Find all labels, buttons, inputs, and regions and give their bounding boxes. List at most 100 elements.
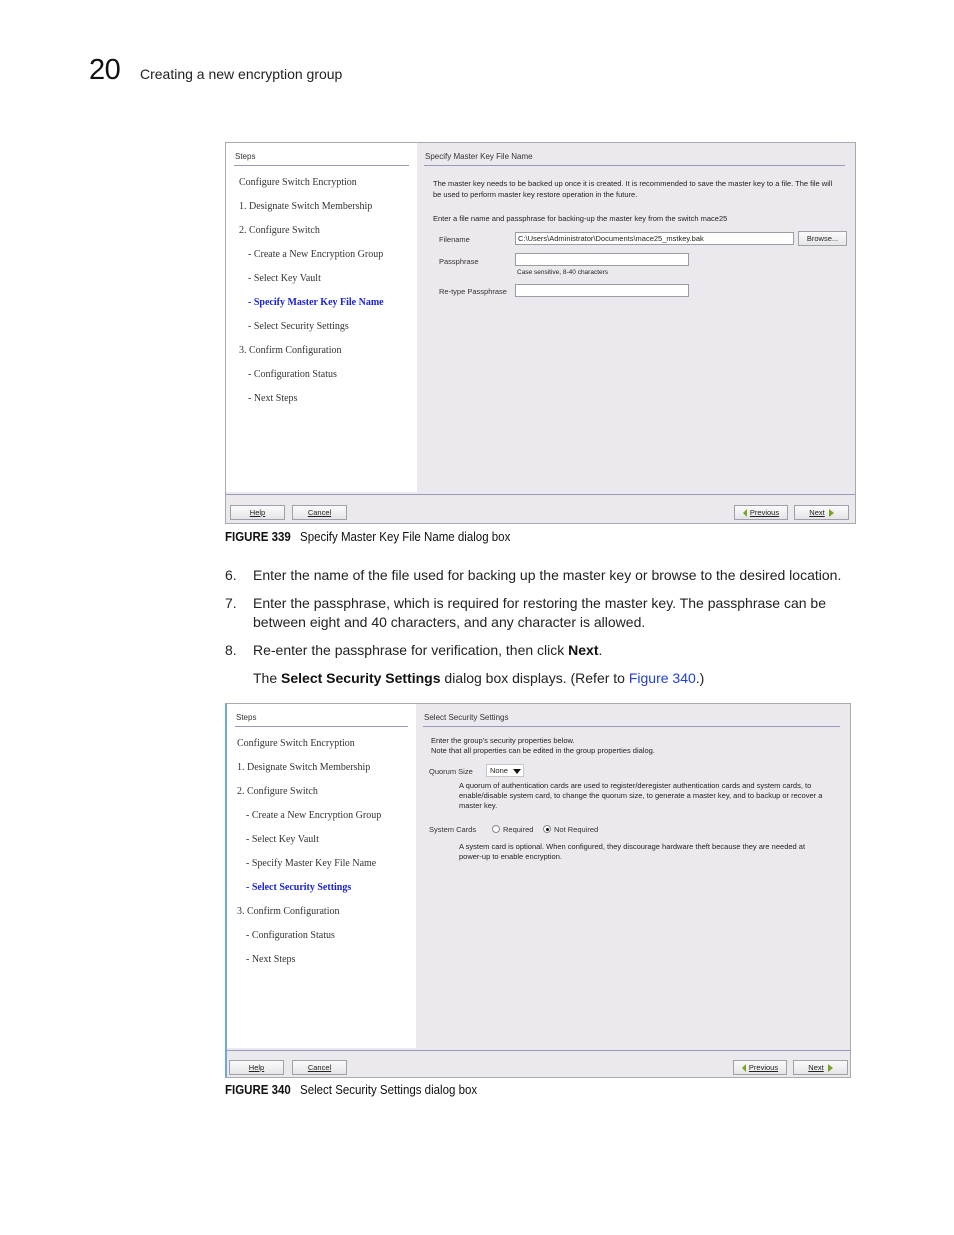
next-label: Next bbox=[808, 1063, 824, 1072]
select-security-settings-dialog: Steps Configure Switch Encryption 1. Desi… bbox=[225, 703, 851, 1078]
divider bbox=[235, 726, 408, 727]
system-cards-description-line2: power-up to enable encryption. bbox=[459, 852, 562, 861]
list-text: Re-enter the passphrase for verification… bbox=[253, 641, 893, 660]
intro-text-line2: be used to perform master key restore op… bbox=[433, 190, 638, 199]
arrow-right-icon bbox=[827, 1064, 833, 1073]
required-radio-label: Required bbox=[503, 825, 534, 834]
list-number: 7. bbox=[225, 595, 237, 611]
step-item: 1. Designate Switch Membership bbox=[237, 762, 371, 773]
step-item: 3. Confirm Configuration bbox=[239, 345, 342, 356]
previous-button[interactable]: Previous bbox=[734, 505, 788, 520]
figure-caption-text: Specify Master Key File Name dialog box bbox=[300, 530, 511, 544]
chapter-title: Creating a new encryption group bbox=[140, 66, 343, 82]
divider bbox=[234, 165, 409, 166]
figure-link[interactable]: Figure 340 bbox=[629, 670, 696, 686]
help-label: Help bbox=[249, 508, 266, 517]
step-item: 3. Confirm Configuration bbox=[237, 906, 340, 917]
previous-label: Previous bbox=[748, 1063, 779, 1072]
divider bbox=[423, 726, 840, 727]
ui-term: Select Security Settings bbox=[281, 670, 441, 686]
specify-master-key-dialog: Steps Configure Switch Encryption 1. Desi… bbox=[225, 142, 856, 524]
retype-passphrase-input[interactable] bbox=[515, 284, 689, 297]
step-item: - Configuration Status bbox=[246, 930, 335, 941]
cancel-button[interactable]: Cancel bbox=[292, 1060, 347, 1075]
steps-pane: Steps Configure Switch Encryption 1. Desi… bbox=[226, 143, 417, 492]
help-button[interactable]: Help bbox=[229, 1060, 284, 1075]
steps-heading: Steps bbox=[236, 713, 257, 722]
step-item: - Specify Master Key File Name bbox=[248, 297, 384, 308]
arrow-left-icon bbox=[742, 509, 747, 518]
filename-label: Filename bbox=[439, 235, 470, 244]
step-item: - Select Security Settings bbox=[248, 321, 349, 332]
text-segment: . bbox=[598, 642, 603, 658]
next-button[interactable]: Next bbox=[793, 1060, 848, 1075]
figure-caption: FIGURE 339 Specify Master Key File Name d… bbox=[225, 530, 510, 544]
step-item: 2. Configure Switch bbox=[239, 225, 320, 236]
steps-pane: Steps Configure Switch Encryption 1. Desi… bbox=[227, 704, 416, 1048]
text-segment: The bbox=[253, 670, 282, 686]
filename-input[interactable]: C:\Users\Administrator\Documents\mace25_… bbox=[515, 232, 794, 245]
list-text: Enter the passphrase, which is required … bbox=[253, 594, 893, 632]
figure-caption: FIGURE 340 Select Security Settings dialo… bbox=[225, 1083, 477, 1097]
step-item: 2. Configure Switch bbox=[237, 786, 318, 797]
ui-term: Next bbox=[568, 642, 599, 658]
figure-number: FIGURE 339 bbox=[225, 530, 291, 544]
step-item: - Next Steps bbox=[248, 393, 298, 404]
figure-caption-text: Select Security Settings dialog box bbox=[300, 1083, 478, 1097]
steps-list: Configure Switch Encryption 1. Designate … bbox=[239, 177, 384, 417]
browse-button[interactable]: Browse... bbox=[798, 231, 847, 246]
content-pane: Select Security Settings Enter the group… bbox=[416, 704, 850, 1048]
content-pane: Specify Master Key File Name The master … bbox=[417, 143, 855, 492]
help-button[interactable]: Help bbox=[230, 505, 285, 520]
step-item: - Create a New Encryption Group bbox=[246, 810, 382, 821]
list-number: 8. bbox=[225, 642, 237, 658]
text-segment: Re-enter the passphrase for verification… bbox=[253, 642, 569, 658]
step-item: - Select Security Settings bbox=[246, 882, 352, 893]
quorum-description-line2: enable/disable system card, to change th… bbox=[459, 791, 823, 800]
quorum-size-value: None bbox=[490, 766, 508, 775]
required-radio[interactable] bbox=[492, 825, 500, 833]
arrow-right-icon bbox=[828, 509, 834, 518]
steps-heading: Steps bbox=[235, 152, 256, 161]
passphrase-input[interactable] bbox=[515, 253, 689, 266]
chevron-down-icon bbox=[512, 768, 521, 774]
retype-passphrase-label: Re-type Passphrase bbox=[439, 287, 507, 296]
list-text-line2: between eight and 40 characters, and any… bbox=[253, 614, 646, 630]
not-required-radio-label: Not Required bbox=[554, 825, 599, 834]
list-text-line1: Enter the passphrase, which is required … bbox=[253, 595, 827, 611]
previous-label: Previous bbox=[749, 508, 780, 517]
intro-text-line2: Note that all properties can be edited i… bbox=[431, 746, 655, 755]
step-item: - Select Key Vault bbox=[246, 834, 319, 845]
step-item: - Configuration Status bbox=[248, 369, 337, 380]
text-segment: dialog box displays. (Refer to bbox=[440, 670, 629, 686]
content-heading: Specify Master Key File Name bbox=[425, 152, 533, 161]
quorum-size-label: Quorum Size bbox=[429, 767, 473, 776]
passphrase-hint: Case sensitive, 8-40 characters bbox=[517, 269, 609, 276]
step-item: Configure Switch Encryption bbox=[239, 177, 357, 188]
footer-divider bbox=[226, 494, 855, 495]
step-item: - Next Steps bbox=[246, 954, 296, 965]
not-required-radio[interactable] bbox=[543, 825, 551, 833]
step-item: - Create a New Encryption Group bbox=[248, 249, 384, 260]
list-number: 6. bbox=[225, 567, 237, 583]
footer-divider bbox=[227, 1050, 850, 1051]
list-text: Enter the name of the file used for back… bbox=[253, 567, 842, 583]
cancel-button[interactable]: Cancel bbox=[292, 505, 347, 520]
figure-number: FIGURE 340 bbox=[225, 1083, 291, 1097]
step-item: - Specify Master Key File Name bbox=[246, 858, 377, 869]
step-item: - Select Key Vault bbox=[248, 273, 321, 284]
text-segment: .) bbox=[695, 670, 705, 686]
help-label: Help bbox=[248, 1063, 265, 1072]
chapter-number: 20 bbox=[89, 54, 121, 86]
cancel-label: Cancel bbox=[307, 1063, 332, 1072]
system-cards-label: System Cards bbox=[429, 825, 477, 834]
instruction-text: Enter a file name and passphrase for bac… bbox=[433, 214, 728, 223]
step-item: 1. Designate Switch Membership bbox=[239, 201, 373, 212]
quorum-description-line3: master key. bbox=[459, 801, 498, 810]
quorum-size-select[interactable]: None bbox=[486, 764, 524, 777]
next-label: Next bbox=[809, 508, 825, 517]
next-button[interactable]: Next bbox=[794, 505, 849, 520]
previous-button[interactable]: Previous bbox=[733, 1060, 787, 1075]
result-text: The Select Security Settings dialog box … bbox=[253, 669, 893, 688]
content-heading: Select Security Settings bbox=[424, 713, 509, 722]
